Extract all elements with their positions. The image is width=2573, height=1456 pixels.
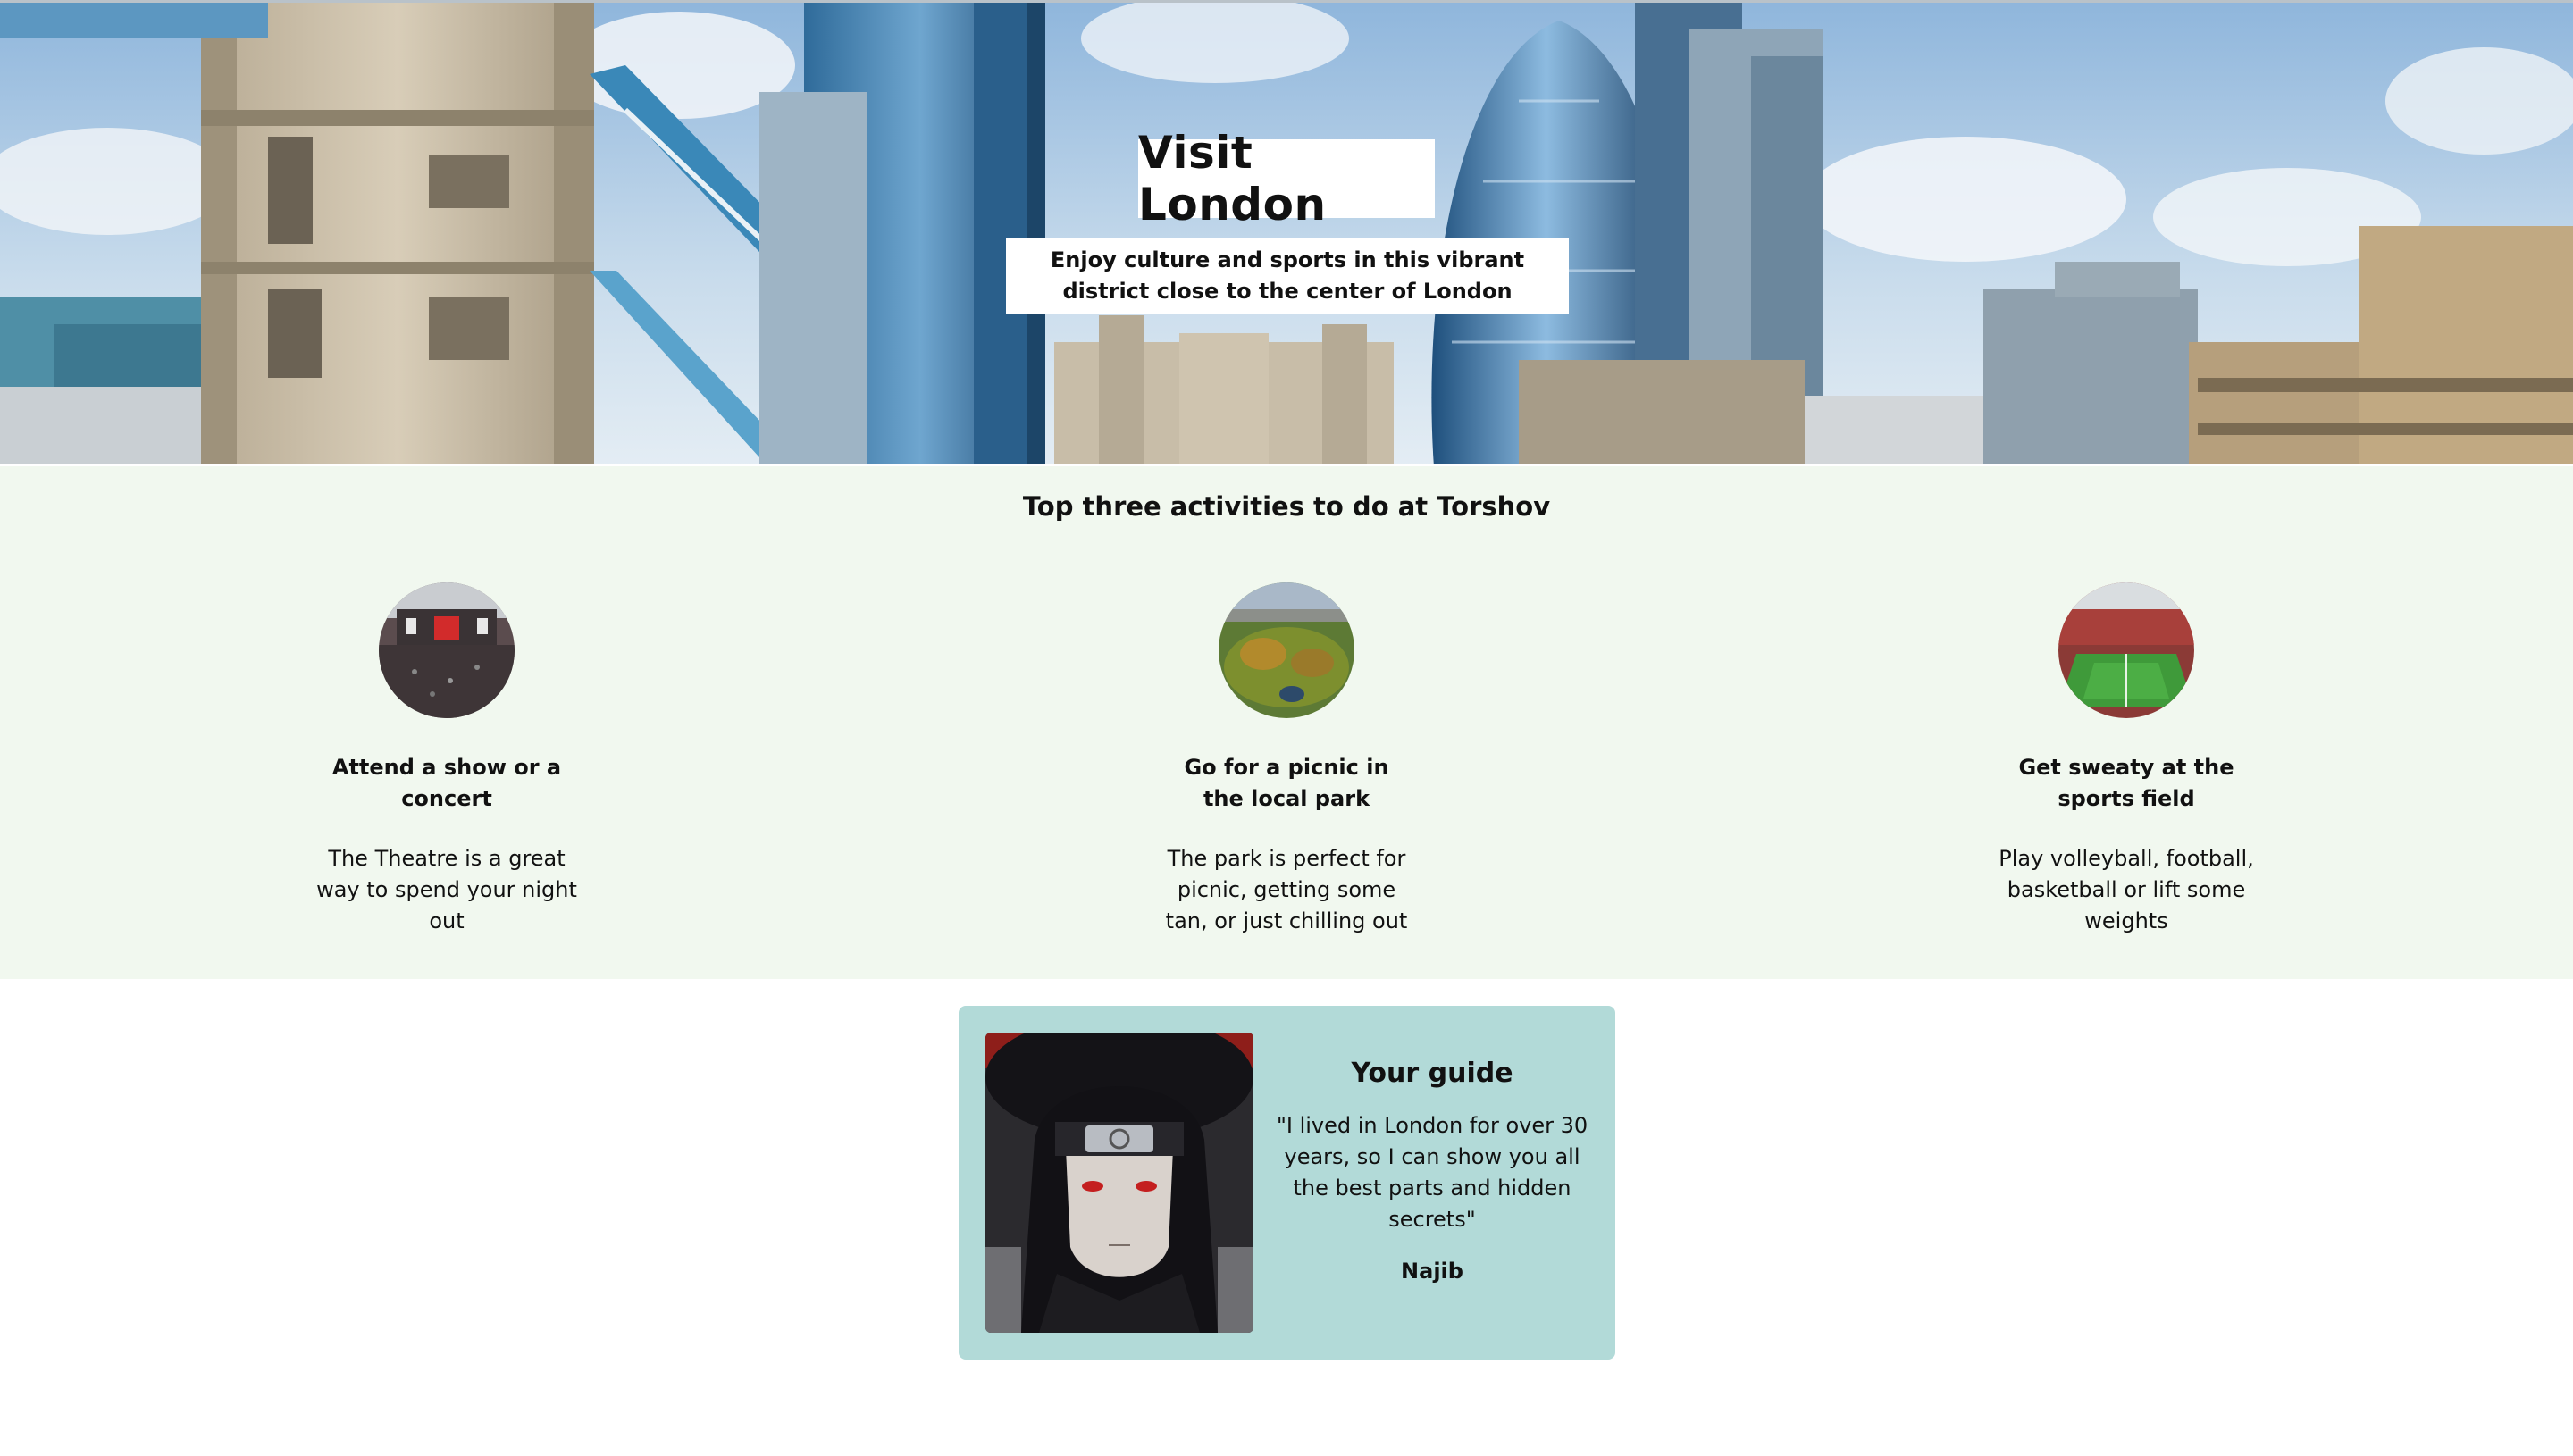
activities-section: Top three activities to do at Torshov At… bbox=[0, 466, 2573, 979]
guide-quote: "I lived in London for over 30 years, so… bbox=[1276, 1113, 1588, 1232]
activities-heading: Top three activities to do at Torshov bbox=[1022, 491, 1551, 522]
activity-description: The Theatre is a great way to spend your… bbox=[316, 846, 577, 933]
activity-title: Get sweaty at the sports field bbox=[2018, 755, 2234, 811]
activity-description: The park is perfect for picnic, getting … bbox=[1165, 846, 1408, 933]
guide-name: Najib bbox=[1401, 1259, 1463, 1284]
page-title: Visit London bbox=[1138, 127, 1435, 230]
activity-title: Attend a show or a concert bbox=[331, 755, 562, 811]
guide-portrait-image bbox=[985, 1033, 1253, 1333]
activity-card-picnic: Go for a picnic in the local park The pa… bbox=[1144, 582, 1429, 937]
london-skyline-image bbox=[0, 3, 2573, 464]
activity-card-concert: Attend a show or a concert The Theatre i… bbox=[304, 582, 590, 937]
park-aerial-image bbox=[1219, 582, 1354, 718]
activity-title: Go for a picnic in the local park bbox=[1184, 755, 1389, 811]
hero-subtitle: Enjoy culture and sports in this vibrant… bbox=[1006, 238, 1569, 314]
guide-heading: Your guide bbox=[1351, 1058, 1513, 1089]
activity-card-sports: Get sweaty at the sports field Play voll… bbox=[1983, 582, 2269, 937]
concert-crowd-image bbox=[379, 582, 515, 718]
guide-card: Your guide "I lived in London for over 3… bbox=[959, 1006, 1615, 1360]
activity-description: Play volleyball, football, basketball or… bbox=[1999, 846, 2254, 933]
stadium-image bbox=[2058, 582, 2194, 718]
guide-info: Your guide "I lived in London for over 3… bbox=[1271, 1058, 1593, 1284]
hero-banner: Visit London Enjoy culture and sports in… bbox=[0, 0, 2573, 464]
